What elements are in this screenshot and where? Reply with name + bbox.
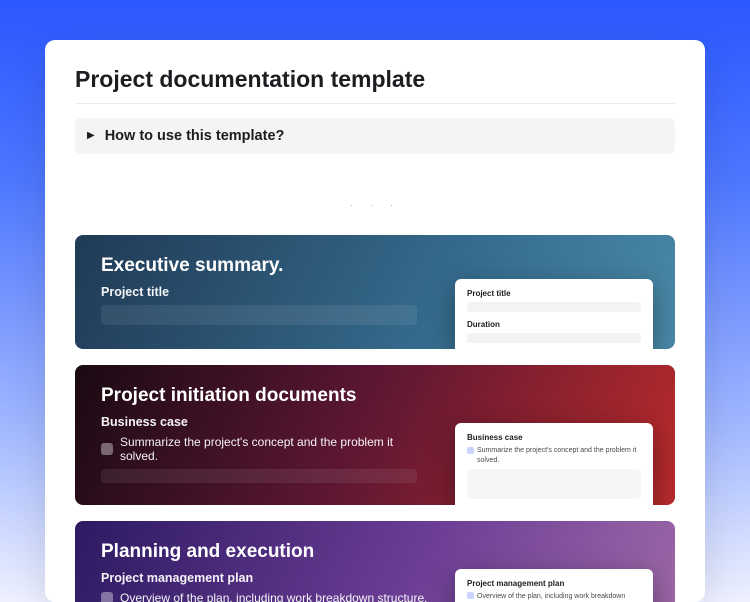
mini-heading: Business case bbox=[467, 433, 641, 442]
mini-line: Overview of the plan, including work bre… bbox=[467, 592, 641, 602]
mini-heading: Project title bbox=[467, 289, 641, 298]
card-title: Planning and execution bbox=[101, 541, 431, 563]
card-bullet-row: Overview of the plan, including work bre… bbox=[101, 591, 431, 602]
card-bullet-text: Summarize the project's concept and the … bbox=[120, 435, 431, 463]
card-mini-preview: Project title Duration bbox=[455, 279, 653, 349]
mini-field-bar bbox=[467, 302, 641, 312]
document-container: Project documentation template ▶ How to … bbox=[45, 40, 705, 602]
card-title: Project initiation documents bbox=[101, 385, 431, 407]
cards-list: Executive summary. Project title Project… bbox=[75, 235, 675, 602]
card-subtitle: Business case bbox=[101, 415, 431, 429]
card-executive-summary[interactable]: Executive summary. Project title Project… bbox=[75, 235, 675, 349]
page-title: Project documentation template bbox=[75, 66, 675, 104]
mini-heading: Project management plan bbox=[467, 579, 641, 588]
chevron-right-icon: ▶ bbox=[87, 131, 95, 141]
card-mini-preview: Project management plan Overview of the … bbox=[455, 569, 653, 602]
howto-toggle[interactable]: ▶ How to use this template? bbox=[75, 118, 675, 154]
mini-checkbox-icon bbox=[467, 592, 474, 599]
checkbox-icon bbox=[101, 592, 113, 602]
card-mini-preview: Business case Summarize the project's co… bbox=[455, 423, 653, 505]
card-subtitle: Project management plan bbox=[101, 571, 431, 585]
checkbox-icon bbox=[101, 443, 113, 455]
howto-label: How to use this template? bbox=[105, 128, 285, 144]
mini-field-bar bbox=[467, 333, 641, 343]
section-separator: · · · bbox=[75, 200, 675, 211]
card-project-initiation[interactable]: Project initiation documents Business ca… bbox=[75, 365, 675, 505]
card-bullet-text: Overview of the plan, including work bre… bbox=[120, 591, 427, 602]
mini-checkbox-icon bbox=[467, 447, 474, 454]
input-placeholder-bar bbox=[101, 305, 417, 325]
card-bullet-row: Summarize the project's concept and the … bbox=[101, 435, 431, 463]
mini-field-bar bbox=[467, 469, 641, 499]
input-placeholder-bar bbox=[101, 469, 417, 483]
card-planning-execution[interactable]: Planning and execution Project managemen… bbox=[75, 521, 675, 602]
card-subtitle: Project title bbox=[101, 285, 431, 299]
mini-line: Summarize the project's concept and the … bbox=[467, 446, 641, 465]
mini-heading: Duration bbox=[467, 320, 641, 329]
card-title: Executive summary. bbox=[101, 255, 431, 277]
